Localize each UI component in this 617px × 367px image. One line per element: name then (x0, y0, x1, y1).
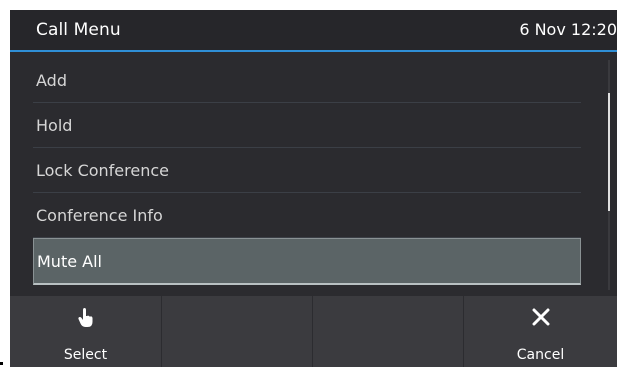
title-bar: Call Menu 6 Nov 12:20 (10, 10, 617, 52)
hand-pointer-icon (10, 308, 161, 332)
menu-item-add[interactable]: Add (33, 58, 581, 103)
empty-softkey-3[interactable] (313, 296, 464, 367)
close-icon (464, 308, 617, 330)
select-softkey[interactable]: Select (10, 296, 162, 367)
menu-item-hold[interactable]: Hold (33, 103, 581, 148)
page-title: Call Menu (36, 20, 121, 40)
call-menu-list: Add Hold Lock Conference Conference Info… (33, 58, 581, 285)
phone-screen: Call Menu 6 Nov 12:20 Add Hold Lock Conf… (10, 10, 617, 367)
menu-item-label: Add (36, 71, 67, 90)
menu-item-label: Conference Info (36, 206, 163, 225)
softkey-label: Select (63, 347, 108, 363)
scrollbar-thumb[interactable] (608, 93, 610, 211)
menu-item-label: Mute All (37, 252, 102, 271)
menu-item-conference-info[interactable]: Conference Info (33, 193, 581, 238)
menu-item-mute-all[interactable]: Mute All (33, 238, 581, 285)
menu-item-label: Lock Conference (36, 161, 169, 180)
cursor-dot (0, 362, 3, 365)
softkey-label: Cancel (516, 347, 565, 363)
menu-item-lock-conference[interactable]: Lock Conference (33, 148, 581, 193)
cancel-softkey[interactable]: Cancel (464, 296, 617, 367)
scrollbar[interactable] (608, 60, 610, 290)
menu-item-label: Hold (36, 116, 73, 135)
date-time: 6 Nov 12:20 (519, 20, 617, 39)
softkey-bar: Select Cancel (10, 296, 617, 367)
empty-softkey-2[interactable] (162, 296, 313, 367)
